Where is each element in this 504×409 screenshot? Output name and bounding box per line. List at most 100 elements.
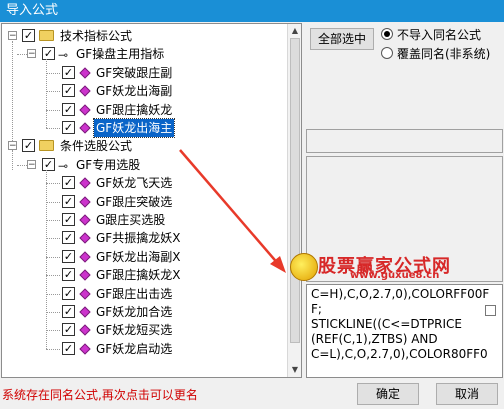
skip-same-name-radio[interactable] [381,28,393,40]
tree-connector-line [46,109,60,111]
formula-checkbox[interactable]: ✓ [62,341,75,355]
formula-item-row[interactable]: ✓ GF跟庄擒妖龙X [2,266,285,284]
formula-checkbox[interactable]: ✓ [62,305,75,318]
formula-item-row[interactable]: ✓ GF妖龙加合选 [2,303,285,321]
tree-group-row[interactable]: − ✓ 条件选股公式 [2,137,285,155]
formula-checkbox[interactable]: ✓ [62,286,75,300]
formula-checkbox[interactable]: ✓ [62,231,75,245]
formula-item-row[interactable]: ✓ GF突破跟庄副 [2,64,285,82]
tree-connector-line [46,169,47,349]
formula-checkbox[interactable]: ✓ [62,176,75,190]
group-checkbox[interactable]: ✓ [22,29,35,42]
formula-label: GF突破跟庄副 [96,65,173,80]
skip-same-name-label: 不导入同名公式 [397,28,482,42]
tree-group-row[interactable]: − ✓ 技术指标公式 [2,27,285,45]
formula-item-row[interactable]: ✓ GF跟庄出击选 [2,285,285,303]
tree-subgroup-row[interactable]: − ✓ ⊸ GF操盘主用指标 [2,45,285,63]
ok-button[interactable]: 确定 [357,383,419,405]
tree-connector-line [46,59,47,128]
subgroup-checkbox[interactable]: ✓ [42,157,55,171]
scroll-up-icon[interactable]: ▲ [288,24,301,38]
folder-icon [39,30,54,41]
code-line: F; [311,302,322,316]
tree-connector-line [46,220,60,221]
collapse-icon[interactable]: − [8,31,17,41]
scroll-thumb[interactable] [290,38,300,343]
formula-item-row[interactable]: ✓ GF妖龙短买选 [2,321,285,339]
formula-label: GF跟庄出击选 [96,286,173,301]
formula-diamond-icon [79,103,91,116]
tree-connector-line [12,41,13,152]
overwrite-same-name-radio[interactable] [381,47,393,59]
tree-connector-line [46,201,60,203]
tree-scrollbar[interactable]: ▲ ▼ [287,24,301,377]
code-line: C=H),C,O,2.7,0),COLORFF00F [311,287,490,301]
formula-item-row[interactable]: ✓ GF共振擒龙妖X [2,229,285,247]
formula-item-row[interactable]: ✓ G跟庄买选股 [2,211,285,229]
formula-checkbox[interactable]: ✓ [62,121,75,134]
formula-item-row[interactable]: ✓ GF跟庄突破选 [2,193,285,211]
tree-connector-line [46,72,60,74]
formula-checkbox[interactable]: ✓ [62,268,75,282]
formula-label: GF跟庄突破选 [96,194,173,209]
formula-diamond-icon [79,324,91,337]
title-bar: 导入公式 [0,0,504,22]
formula-item-row[interactable]: ✓ GF妖龙出海主 [2,118,285,138]
formula-diamond-icon [79,67,91,79]
info-panel [306,129,503,153]
formula-diamond-icon [79,343,91,355]
formula-checkbox[interactable]: ✓ [62,249,75,263]
code-checkbox[interactable] [485,305,496,316]
tree-connector-line [46,91,60,93]
scroll-down-icon[interactable]: ▼ [288,363,301,377]
group-label: 技术指标公式 [60,29,133,43]
tree-connector-line [12,151,13,170]
formula-diamond-icon [79,232,91,245]
formula-label: GF妖龙加合选 [96,305,173,319]
subgroup-checkbox[interactable]: ✓ [42,47,55,61]
tree-connector-line [46,128,60,129]
collapse-icon[interactable]: − [8,141,17,151]
collapse-icon[interactable]: − [27,49,36,59]
formula-item-row[interactable]: ✓ GF妖龙出海副X [2,248,285,266]
formula-tree[interactable]: ▲ ▼ − ✓ 技术指标公式 − ✓ ⊸ GF操盘主用指标 ✓ GF突破跟庄副 ✓ GF妖龙出海副 ✓… [1,23,302,378]
formula-item-row[interactable]: ✓ GF妖龙飞天选 [2,174,285,192]
subgroup-label: GF操盘主用指标 [76,47,165,62]
formula-label: GF妖龙启动选 [96,341,173,356]
import-formula-dialog: 导入公式 ▲ ▼ − ✓ 技术指标公式 − ✓ ⊸ GF操盘主用指标 ✓ GF突破跟庄副 ✓ GF妖… [0,0,504,409]
code-line: STICKLINE((C<=DTPRICE [311,317,463,331]
formula-diamond-icon [79,177,91,189]
formula-diamond-icon [79,195,91,208]
tree-connector-line [17,54,27,56]
formula-label: GF跟庄擒妖龙X [96,268,181,283]
watermark-logo-icon [290,253,318,281]
formula-checkbox[interactable]: ✓ [62,213,75,226]
window-title: 导入公式 [6,3,59,18]
formula-checkbox[interactable]: ✓ [62,65,75,79]
formula-label: GF妖龙出海副 [96,84,173,99]
key-icon: ⊸ [58,48,69,63]
formula-code-view[interactable]: C=H),C,O,2.7,0),COLORFF00F F; STICKLINE((C… [306,284,503,378]
formula-checkbox[interactable]: ✓ [62,194,75,208]
select-all-button[interactable]: 全部选中 [310,28,374,50]
formula-checkbox[interactable]: ✓ [62,323,75,337]
tree-connector-line [46,183,60,185]
tree-connector-line [46,256,60,258]
formula-checkbox[interactable]: ✓ [62,102,75,116]
formula-checkbox[interactable]: ✓ [62,84,75,98]
collapse-icon[interactable]: − [27,159,36,169]
formula-label: GF跟庄擒妖龙 [96,102,173,117]
formula-item-row[interactable]: ✓ GF跟庄擒妖龙 [2,101,285,119]
folder-icon [39,140,54,152]
formula-item-row[interactable]: ✓ GF妖龙出海副 [2,82,285,100]
formula-label: GF妖龙出海副X [96,249,181,264]
tree-connector-line [46,330,60,332]
cancel-button[interactable]: 取消 [436,383,498,405]
formula-label: GF妖龙短买选 [96,323,173,338]
formula-item-row[interactable]: ✓ GF妖龙启动选 [2,340,285,358]
tree-connector-line [46,275,60,277]
group-checkbox[interactable]: ✓ [22,139,35,153]
formula-label: GF共振擒龙妖X [96,231,181,246]
tree-connector-line [46,312,60,313]
tree-subgroup-row[interactable]: − ✓ ⊸ GF专用选股 [2,156,285,174]
